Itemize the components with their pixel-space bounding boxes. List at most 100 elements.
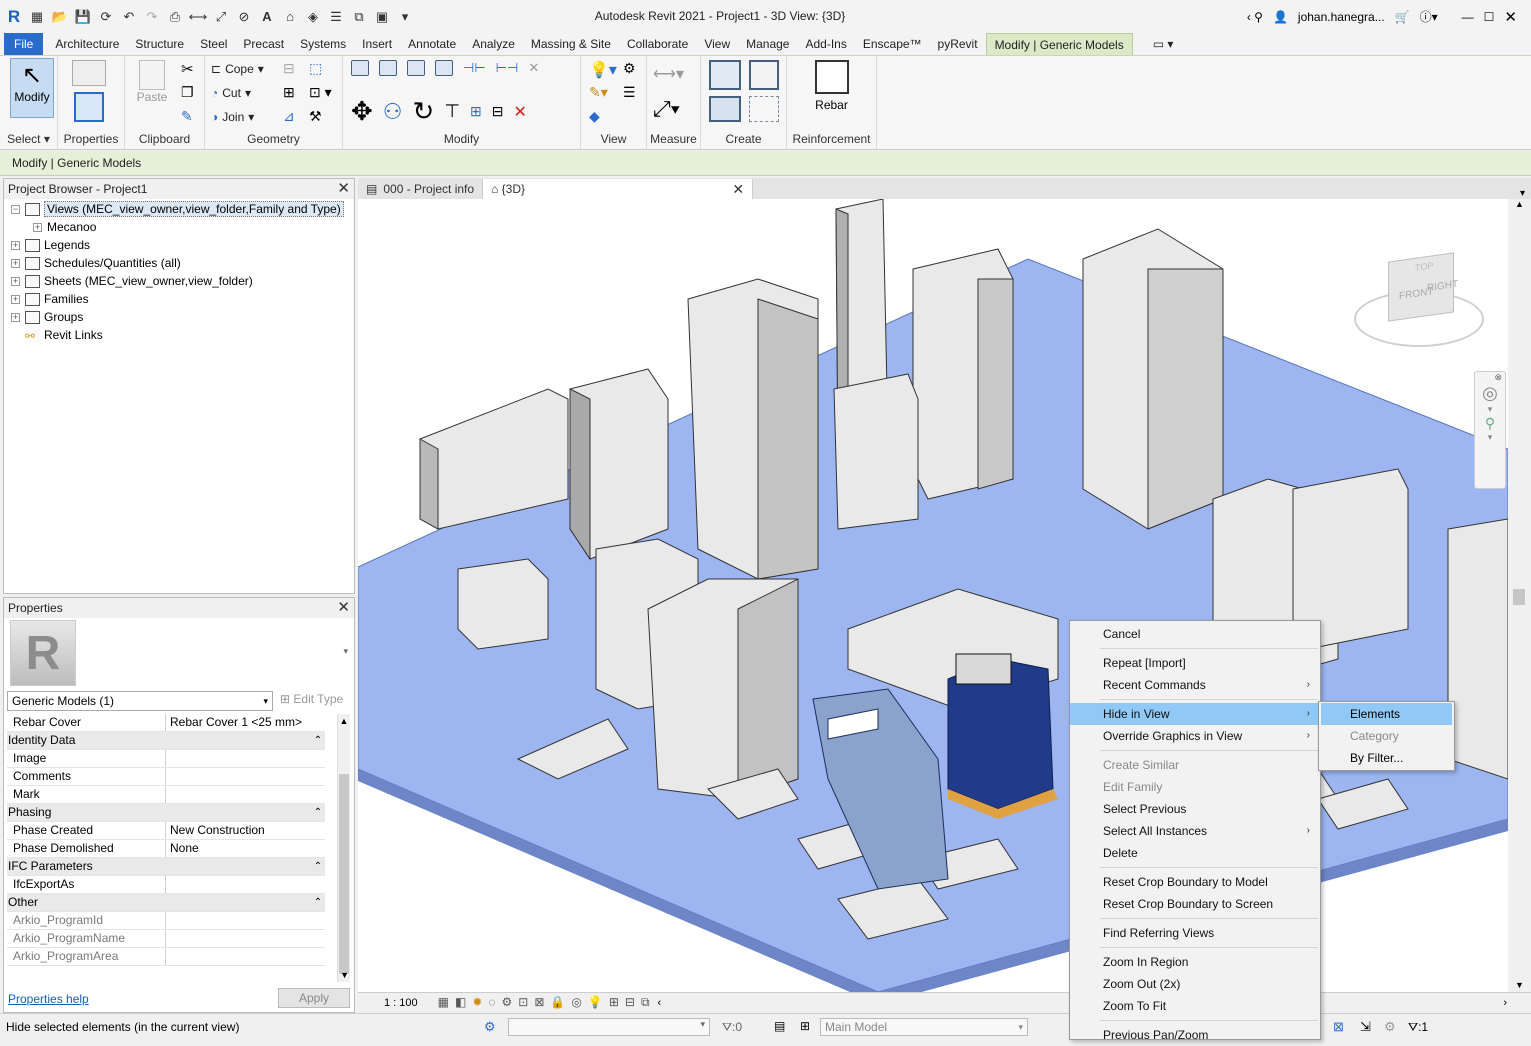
customize-qat-icon[interactable]: ▾ <box>395 7 415 27</box>
dimension-aligned-icon[interactable]: ⤢▾ <box>653 96 680 122</box>
property-value[interactable] <box>166 768 325 785</box>
tab-steel[interactable]: Steel <box>192 33 235 55</box>
submenu-item-by-filter[interactable]: By Filter... <box>1319 747 1454 769</box>
info-center-icon[interactable]: ‹ ⚲ <box>1247 10 1263 24</box>
wall-joins-icon[interactable]: ⬚ <box>309 60 322 77</box>
browser-item-groups[interactable]: + Groups <box>4 308 354 326</box>
apply-button[interactable]: Apply <box>278 988 350 1008</box>
mirror-draw-icon[interactable] <box>435 60 453 76</box>
tab-list-icon[interactable]: ▾ <box>1520 188 1531 199</box>
undo-icon[interactable]: ↶ <box>119 7 139 27</box>
mirror-axis-icon[interactable] <box>407 60 425 76</box>
scroll-thumb[interactable] <box>1513 589 1525 605</box>
home-icon[interactable]: ▦ <box>27 7 47 27</box>
section-icon[interactable]: ◈ <box>303 7 323 27</box>
trim-extend-icon[interactable]: ⊤ <box>444 101 460 122</box>
menu-item-recent-commands[interactable]: Recent Commands › <box>1070 674 1320 696</box>
print-icon[interactable]: ⎙ <box>165 7 185 27</box>
pin-icon[interactable]: ✕ <box>528 60 539 76</box>
property-group[interactable]: Identity Data ⌃ <box>7 732 325 750</box>
close-icon[interactable]: ⊗ <box>1475 372 1505 383</box>
move-icon[interactable]: ✥ <box>351 96 373 127</box>
crop-view-icon[interactable]: ⊡ <box>518 995 528 1010</box>
create-group-icon[interactable] <box>709 96 741 122</box>
lock-view-icon[interactable]: 🔒 <box>550 995 565 1010</box>
menu-item-override-graphics-in-view[interactable]: Override Graphics in View › <box>1070 725 1320 747</box>
menu-item-repeat-import[interactable]: Repeat [Import] <box>1070 652 1320 674</box>
visual-style-icon[interactable]: ◧ <box>455 995 466 1010</box>
menu-item-delete[interactable]: Delete <box>1070 842 1320 864</box>
switch-windows-icon[interactable]: ▣ <box>372 7 392 27</box>
create-parts-icon[interactable] <box>749 60 779 90</box>
measure-icon[interactable]: ⟷ <box>188 7 208 27</box>
submenu-item-elements[interactable]: Elements <box>1321 703 1452 725</box>
tab-insert[interactable]: Insert <box>354 33 400 55</box>
worksharing-icon[interactable]: ⊞ <box>609 995 619 1010</box>
property-group[interactable]: Phasing ⌃ <box>7 804 325 822</box>
menu-item-zoom-in-region[interactable]: Zoom In Region <box>1070 951 1320 973</box>
reveal-hidden-icon[interactable]: 💡 <box>588 995 603 1010</box>
linework-icon[interactable]: ✎▾ <box>589 84 608 101</box>
properties-button[interactable] <box>74 92 104 122</box>
property-value[interactable] <box>166 912 325 929</box>
view-vertical-scrollbar[interactable]: ▲ ▼ <box>1510 199 1529 992</box>
menu-item-zoom-out-2x[interactable]: Zoom Out (2x) <box>1070 973 1320 995</box>
menu-item-cancel[interactable]: Cancel <box>1070 623 1320 645</box>
browser-item-views-mec-view-owner-view-fold[interactable]: − Views (MEC_view_owner,view_folder,Famil… <box>4 200 354 218</box>
offset-icon[interactable] <box>379 60 397 76</box>
tab-modify-generic-models[interactable]: Modify | Generic Models <box>985 33 1133 55</box>
demolish-icon[interactable]: ⊡ ▾ <box>309 84 332 101</box>
maximize-button[interactable]: ☐ <box>1484 10 1495 24</box>
redo-icon[interactable]: ↷ <box>142 7 162 27</box>
tab-3d[interactable]: ⌂ {3D} ✕ <box>483 179 754 199</box>
ribbon-options-icon[interactable]: ▭ ▾ <box>1145 33 1182 55</box>
property-value[interactable] <box>166 948 325 965</box>
menu-item-hide-in-view[interactable]: Hide in View › <box>1070 703 1320 725</box>
collapse-group-icon[interactable]: ⌃ <box>311 858 325 875</box>
properties-help-link[interactable]: Properties help <box>8 992 89 1006</box>
submenu-item-category[interactable]: Category <box>1319 725 1454 747</box>
rotate-icon[interactable]: ↻ <box>413 96 435 127</box>
menu-item-previous-pan-zoom[interactable]: Previous Pan/Zoom <box>1070 1024 1320 1046</box>
cope-button[interactable]: ⊏ Cope ▾ <box>211 58 264 80</box>
property-value[interactable] <box>166 786 325 803</box>
close-hidden-icon[interactable]: ⧉ <box>349 7 369 27</box>
revit-logo-icon[interactable]: R <box>4 7 24 27</box>
scroll-left-icon[interactable]: ‹ <box>658 997 662 1009</box>
tab-massing-site[interactable]: Massing & Site <box>523 33 619 55</box>
3d-view-icon[interactable]: ⌂ <box>280 7 300 27</box>
browser-item-legends[interactable]: + Legends <box>4 236 354 254</box>
view-lines-icon[interactable]: ☰ <box>623 84 636 101</box>
cart-icon[interactable]: 🛒 <box>1395 10 1410 24</box>
rebar-icon[interactable] <box>815 60 849 94</box>
split-gap-icon[interactable]: ⊢⊣ <box>496 60 519 76</box>
cut-button[interactable]: ◔ Cut ▾ <box>211 82 251 104</box>
expand-icon[interactable]: + <box>11 240 20 250</box>
tab-collaborate[interactable]: Collaborate <box>619 33 696 55</box>
scroll-thumb[interactable] <box>339 774 349 974</box>
property-group[interactable]: IFC Parameters ⌃ <box>7 858 325 876</box>
close-icon[interactable]: ✕ <box>337 179 350 199</box>
measure-distance-icon[interactable]: ⟷▾ <box>653 64 684 84</box>
tab-manage[interactable]: Manage <box>738 33 797 55</box>
select-links-icon[interactable]: ⊠ <box>1333 1019 1344 1035</box>
render-icon[interactable]: ⚙ <box>502 995 513 1010</box>
design-options-icon[interactable]: ⊞ <box>800 1019 810 1033</box>
hide-lightbulb-icon[interactable]: 💡▾ <box>589 60 617 80</box>
close-button[interactable]: ✕ <box>1504 8 1517 26</box>
paste-button[interactable]: Paste <box>135 60 169 120</box>
view-scale[interactable]: 1 : 100 <box>384 997 418 1009</box>
collapse-group-icon[interactable]: ⌃ <box>311 732 325 749</box>
edit-type-button[interactable]: ⊞ Edit Type <box>280 692 343 706</box>
menu-item-reset-crop-boundary-to-screen[interactable]: Reset Crop Boundary to Screen <box>1070 893 1320 915</box>
copy-icon[interactable]: ❐ <box>181 84 194 101</box>
delete-icon[interactable]: ✕ <box>513 102 526 122</box>
join-button[interactable]: ◑ Join ▾ <box>211 106 254 128</box>
browser-item-mecanoo[interactable]: + Mecanoo <box>4 218 354 236</box>
property-value[interactable]: None <box>166 840 325 857</box>
tab-annotate[interactable]: Annotate <box>400 33 464 55</box>
viewcube[interactable]: FRONT RIGHT TOP <box>1354 252 1486 355</box>
menu-item-reset-crop-boundary-to-model[interactable]: Reset Crop Boundary to Model <box>1070 871 1320 893</box>
menu-item-create-similar[interactable]: Create Similar <box>1070 754 1320 776</box>
menu-item-select-previous[interactable]: Select Previous <box>1070 798 1320 820</box>
